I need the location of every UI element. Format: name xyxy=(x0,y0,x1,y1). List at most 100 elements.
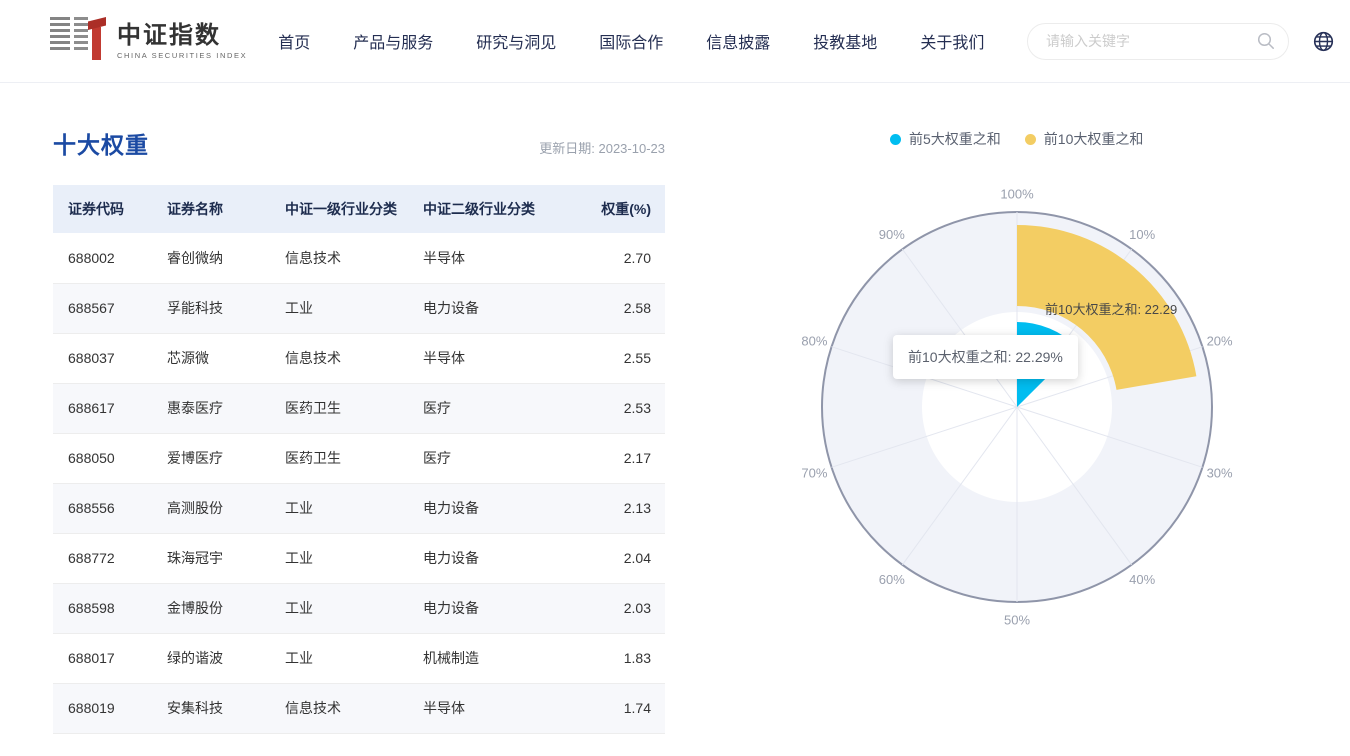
page: 中证指数 CHINA SECURITIES INDEX 首页 产品与服务 研究与洞见… xyxy=(0,0,1350,756)
table-row: 688598金博股份工业电力设备2.03 xyxy=(53,583,665,633)
legend-label: 前5大权重之和 xyxy=(909,129,1001,149)
search-icon[interactable] xyxy=(1256,31,1276,51)
legend-label: 前10大权重之和 xyxy=(1044,129,1144,149)
nav-item-1[interactable]: 首页 xyxy=(278,29,310,53)
table-cell: 工业 xyxy=(285,533,423,583)
table-row: 688050爱博医疗医药卫生医疗2.17 xyxy=(53,433,665,483)
axis-tick-label: 60% xyxy=(879,572,905,587)
legend-dot xyxy=(890,134,901,145)
table-cell: 半导体 xyxy=(423,233,574,283)
legend-item-1[interactable]: 前5大权重之和 xyxy=(890,129,1001,149)
axis-tick-label: 50% xyxy=(1004,613,1030,628)
table-cell: 688002 xyxy=(53,233,167,283)
table-cell: 2.53 xyxy=(574,383,665,433)
column-header: 中证一级行业分类 xyxy=(285,185,423,233)
weights-table-head: 证券代码证券名称中证一级行业分类中证二级行业分类权重(%) xyxy=(53,185,665,233)
table-cell: 孚能科技 xyxy=(167,283,285,333)
axis-tick-label: 40% xyxy=(1129,572,1155,587)
table-cell: 688772 xyxy=(53,533,167,583)
table-cell: 医药卫生 xyxy=(285,433,423,483)
axis-tick-label: 30% xyxy=(1207,465,1233,480)
table-cell: 688050 xyxy=(53,433,167,483)
chart-legend: 前5大权重之和 前10大权重之和 xyxy=(890,129,1143,149)
table-cell: 688556 xyxy=(53,483,167,533)
chart-tooltip: 前10大权重之和: 22.29% xyxy=(893,335,1078,379)
legend-item-2[interactable]: 前10大权重之和 xyxy=(1025,129,1144,149)
weights-table-body: 688002睿创微纳信息技术半导体2.70688567孚能科技工业电力设备2.5… xyxy=(53,233,665,733)
table-cell: 688567 xyxy=(53,283,167,333)
table-cell: 信息技术 xyxy=(285,233,423,283)
column-header: 证券名称 xyxy=(167,185,285,233)
table-cell: 爱博医疗 xyxy=(167,433,285,483)
axis-tick-label: 70% xyxy=(801,465,827,480)
column-header: 证券代码 xyxy=(53,185,167,233)
table-cell: 2.04 xyxy=(574,533,665,583)
weights-polar-chart[interactable]: 10%20%30%40%50%60%70%80%90%100% xyxy=(797,182,1237,632)
axis-tick-label: 20% xyxy=(1207,334,1233,349)
header: 中证指数 CHINA SECURITIES INDEX 首页 产品与服务 研究与洞见… xyxy=(0,0,1350,83)
table-cell: 金博股份 xyxy=(167,583,285,633)
table-cell: 2.03 xyxy=(574,583,665,633)
logo-subtitle: CHINA SECURITIES INDEX xyxy=(117,51,247,60)
table-cell: 半导体 xyxy=(423,333,574,383)
logo-red-bar xyxy=(92,27,101,60)
search-box xyxy=(1027,23,1289,60)
table-cell: 电力设备 xyxy=(423,483,574,533)
nav-item-3[interactable]: 研究与洞见 xyxy=(476,29,556,53)
main-nav: 首页 产品与服务 研究与洞见 国际合作 信息披露 投教基地 关于我们 xyxy=(278,29,984,53)
table-cell: 688017 xyxy=(53,633,167,683)
table-cell: 688037 xyxy=(53,333,167,383)
table-cell: 高测股份 xyxy=(167,483,285,533)
logo-lines-right xyxy=(74,17,88,51)
legend-dot xyxy=(1025,134,1036,145)
weights-table: 证券代码证券名称中证一级行业分类中证二级行业分类权重(%) 688002睿创微纳… xyxy=(53,185,665,734)
table-cell: 睿创微纳 xyxy=(167,233,285,283)
table-cell: 1.74 xyxy=(574,683,665,733)
table-cell: 信息技术 xyxy=(285,683,423,733)
table-cell: 工业 xyxy=(285,583,423,633)
table-row: 688002睿创微纳信息技术半导体2.70 xyxy=(53,233,665,283)
table-cell: 2.17 xyxy=(574,433,665,483)
logo-text: 中证指数 CHINA SECURITIES INDEX xyxy=(117,23,247,60)
logo-lines-left xyxy=(50,17,70,51)
top10-sector-label: 前10大权重之和: 22.29 xyxy=(1045,299,1177,318)
table-cell: 688019 xyxy=(53,683,167,733)
table-cell: 医疗 xyxy=(423,433,574,483)
table-cell: 2.13 xyxy=(574,483,665,533)
table-cell: 工业 xyxy=(285,633,423,683)
table-header-row: 证券代码证券名称中证一级行业分类中证二级行业分类权重(%) xyxy=(53,185,665,233)
table-cell: 信息技术 xyxy=(285,333,423,383)
table-row: 688772珠海冠宇工业电力设备2.04 xyxy=(53,533,665,583)
table-cell: 2.58 xyxy=(574,283,665,333)
table-row: 688567孚能科技工业电力设备2.58 xyxy=(53,283,665,333)
table-cell: 1.83 xyxy=(574,633,665,683)
table-row: 688017绿的谐波工业机械制造1.83 xyxy=(53,633,665,683)
nav-item-6[interactable]: 投教基地 xyxy=(813,29,877,53)
table-cell: 电力设备 xyxy=(423,583,574,633)
nav-item-7[interactable]: 关于我们 xyxy=(920,29,984,53)
nav-item-2[interactable]: 产品与服务 xyxy=(353,29,433,53)
table-cell: 电力设备 xyxy=(423,533,574,583)
table-cell: 医药卫生 xyxy=(285,383,423,433)
nav-item-4[interactable]: 国际合作 xyxy=(599,29,663,53)
axis-tick-label: 100% xyxy=(1000,187,1034,202)
table-cell: 芯源微 xyxy=(167,333,285,383)
table-cell: 机械制造 xyxy=(423,633,574,683)
table-cell: 工业 xyxy=(285,283,423,333)
table-cell: 安集科技 xyxy=(167,683,285,733)
table-cell: 工业 xyxy=(285,483,423,533)
table-cell: 电力设备 xyxy=(423,283,574,333)
table-cell: 688598 xyxy=(53,583,167,633)
table-row: 688617惠泰医疗医药卫生医疗2.53 xyxy=(53,383,665,433)
axis-tick-label: 10% xyxy=(1129,227,1155,242)
update-date: 更新日期: 2023-10-23 xyxy=(53,138,665,157)
table-cell: 惠泰医疗 xyxy=(167,383,285,433)
language-globe-icon[interactable] xyxy=(1313,31,1334,52)
logo[interactable]: 中证指数 CHINA SECURITIES INDEX xyxy=(50,17,247,65)
nav-item-5[interactable]: 信息披露 xyxy=(706,29,770,53)
table-row: 688037芯源微信息技术半导体2.55 xyxy=(53,333,665,383)
search-input[interactable] xyxy=(1027,23,1289,60)
table-cell: 珠海冠宇 xyxy=(167,533,285,583)
table-cell: 2.55 xyxy=(574,333,665,383)
table-cell: 绿的谐波 xyxy=(167,633,285,683)
